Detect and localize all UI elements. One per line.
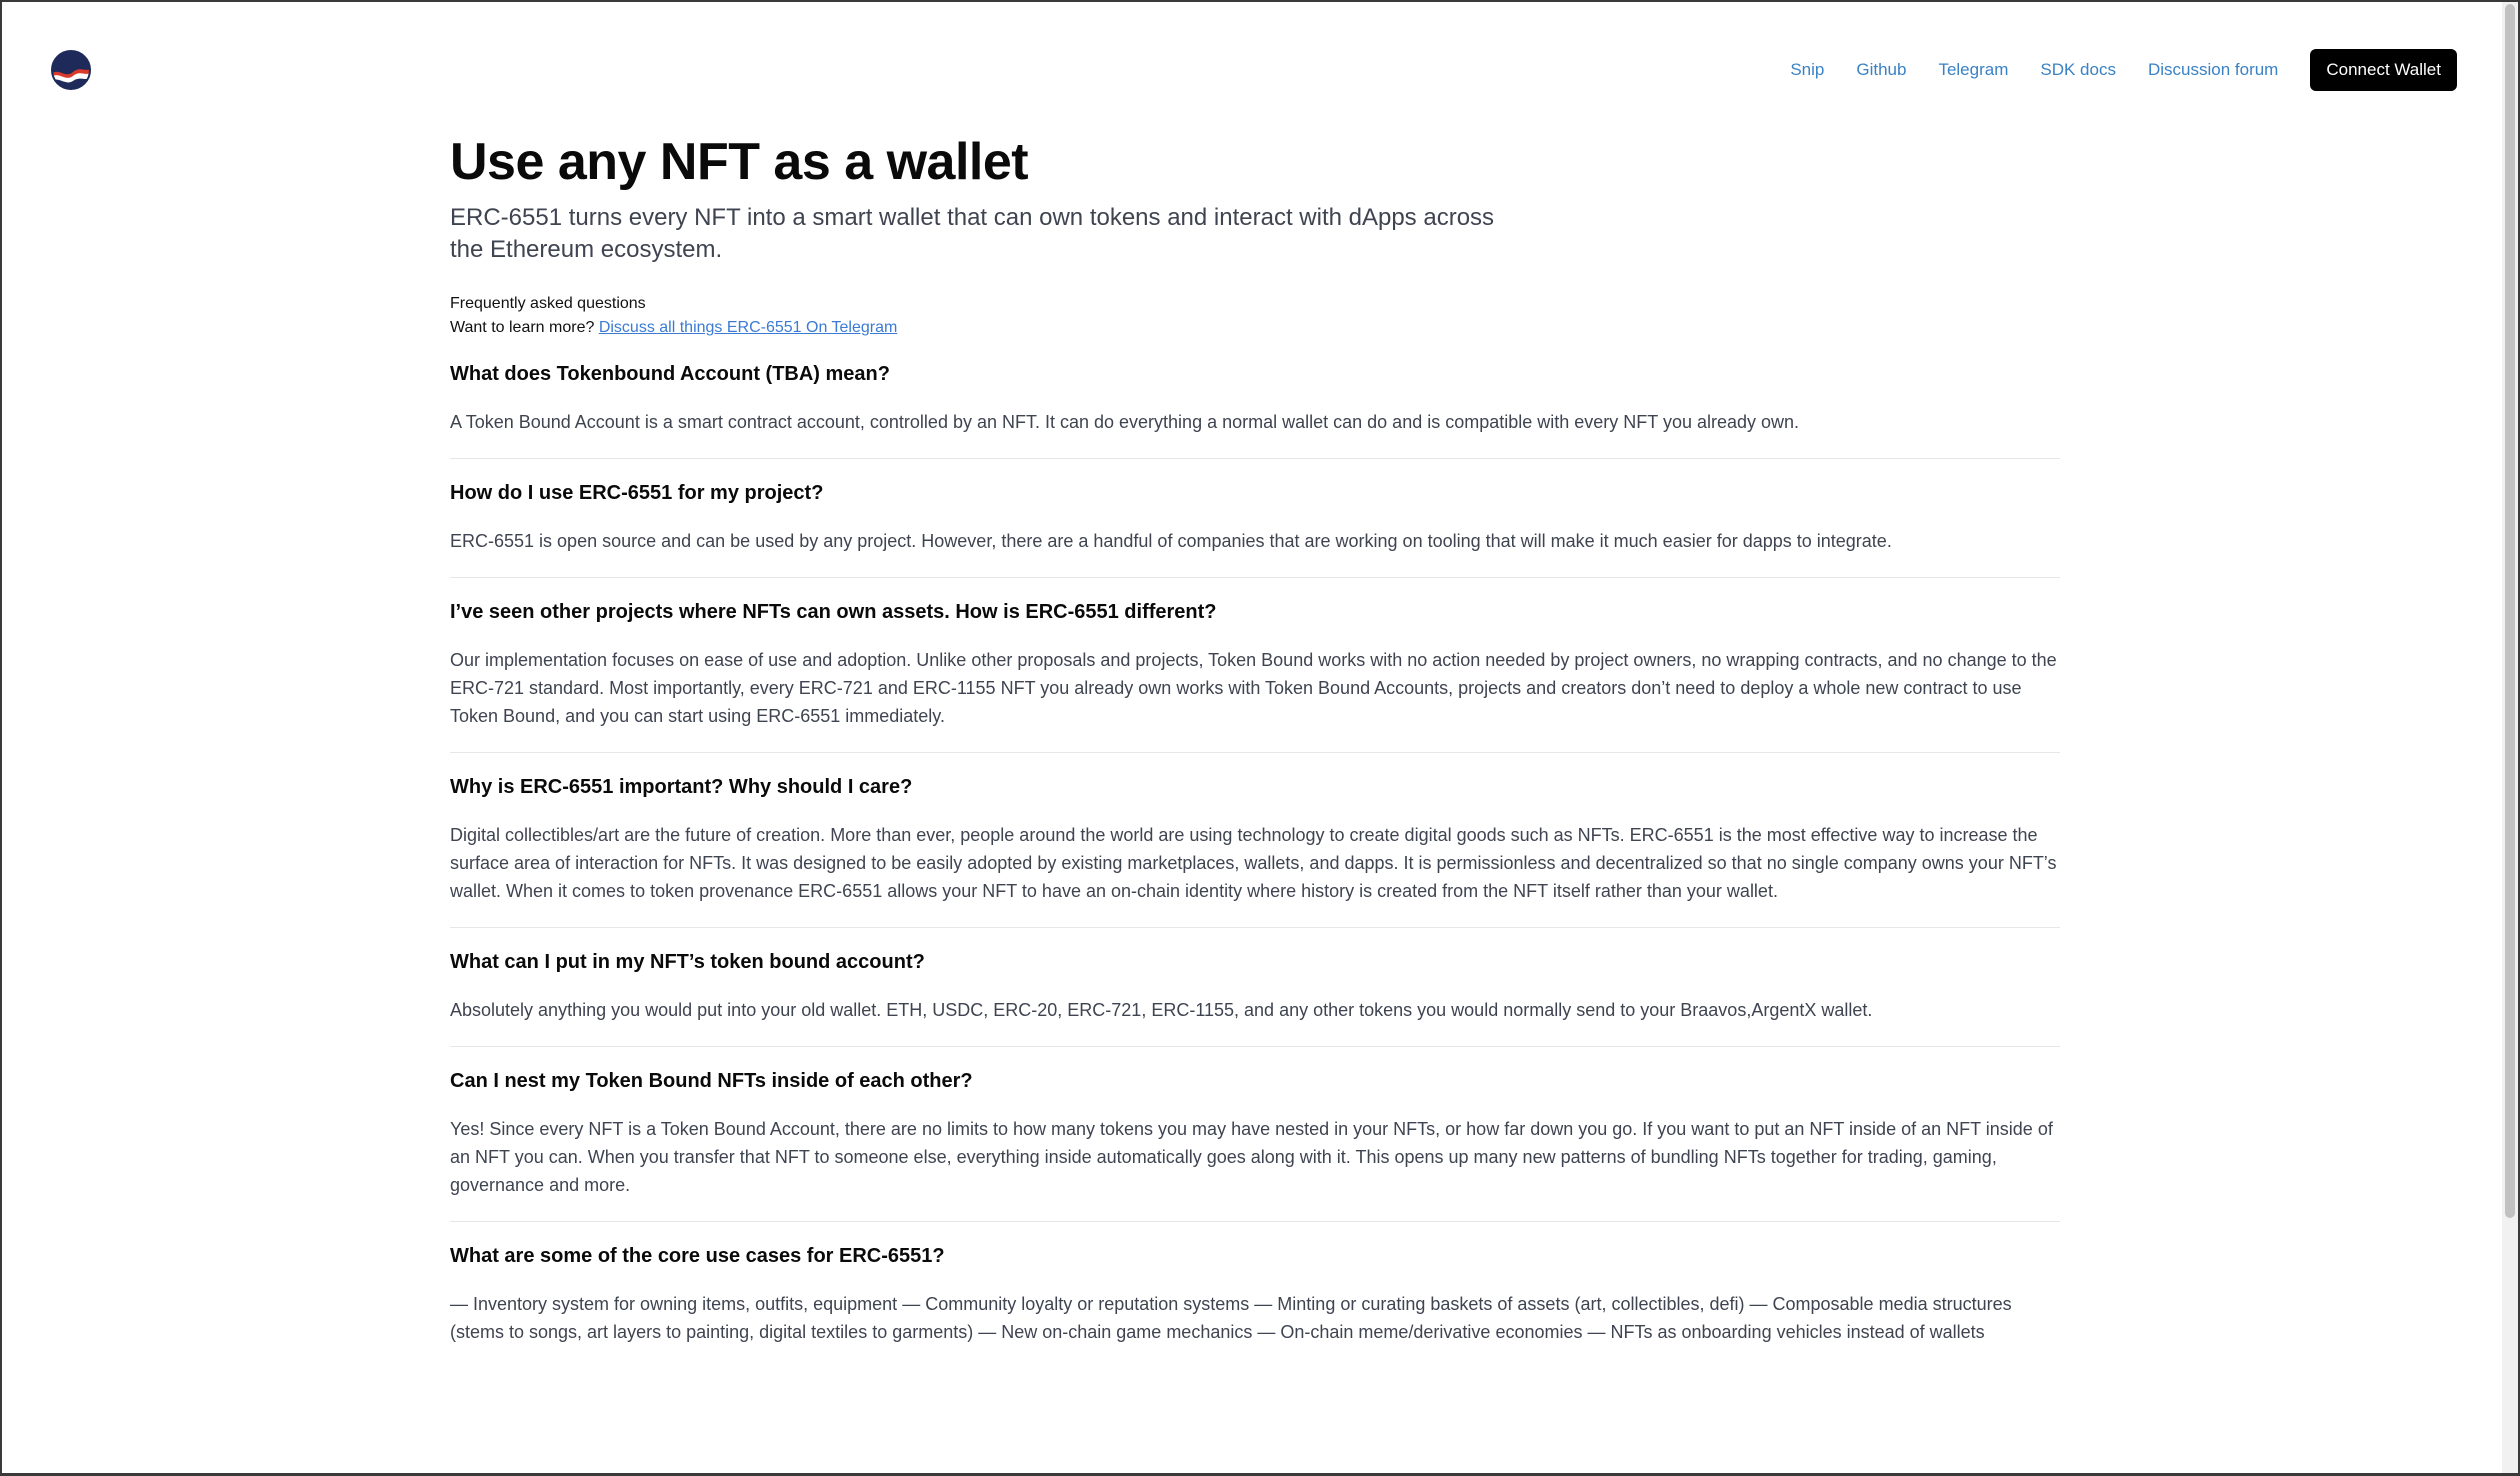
- faq-answer: Our implementation focuses on ease of us…: [450, 650, 2057, 726]
- learn-more: Want to learn more? Discuss all things E…: [450, 316, 2060, 340]
- faq-answer: A Token Bound Account is a smart contrac…: [450, 412, 1800, 432]
- faq-question: What can I put in my NFT’s token bound a…: [450, 951, 925, 973]
- faq-question: I’ve seen other projects where NFTs can …: [450, 601, 1217, 623]
- faq-item: How do I use ERC-6551 for my project? ER…: [450, 477, 2060, 578]
- faq-item: What does Tokenbound Account (TBA) mean?…: [450, 358, 2060, 459]
- faq-question: What does Tokenbound Account (TBA) mean?: [450, 363, 890, 385]
- faq-question: Can I nest my Token Bound NFTs inside of…: [450, 1070, 973, 1092]
- faq-answer: Yes! Since every NFT is a Token Bound Ac…: [450, 1119, 2053, 1195]
- faq-item: Why is ERC-6551 important? Why should I …: [450, 771, 2060, 928]
- vertical-scrollbar[interactable]: [2502, 2, 2518, 1473]
- nav-link-discussion-forum[interactable]: Discussion forum: [2148, 60, 2278, 80]
- faq-question: Why is ERC-6551 important? Why should I …: [450, 776, 913, 798]
- faq-label: Frequently asked questions: [450, 295, 646, 312]
- faq-question: What are some of the core use cases for …: [450, 1245, 945, 1267]
- faq-item: Can I nest my Token Bound NFTs inside of…: [450, 1065, 2060, 1222]
- faq-item: I’ve seen other projects where NFTs can …: [450, 596, 2060, 753]
- faq-answer: Digital collectibles/art are the future …: [450, 825, 2057, 901]
- faq-item: What are some of the core use cases for …: [450, 1240, 2060, 1368]
- nav-link-telegram[interactable]: Telegram: [1938, 60, 2008, 80]
- page-title: Use any NFT as a wallet: [450, 133, 1029, 191]
- logo-icon: [51, 50, 91, 90]
- nav-link-sdk-docs[interactable]: SDK docs: [2040, 60, 2116, 80]
- telegram-discuss-link[interactable]: Discuss all things ERC-6551 On Telegram: [599, 319, 898, 336]
- learn-more-text: Want to learn more?: [450, 319, 599, 336]
- faq-answer: Absolutely anything you would put into y…: [450, 1000, 1873, 1020]
- main-content: Use any NFT as a wallet ERC-6551 turns e…: [450, 130, 2060, 1368]
- faq-question: How do I use ERC-6551 for my project?: [450, 482, 824, 504]
- faq-list: What does Tokenbound Account (TBA) mean?…: [450, 358, 2060, 1368]
- nav-link-snip[interactable]: Snip: [1790, 60, 1824, 80]
- logo[interactable]: [51, 50, 91, 90]
- scrollbar-thumb[interactable]: [2505, 4, 2515, 1218]
- faq-answer: — Inventory system for owning items, out…: [450, 1294, 2012, 1342]
- faq-answer: ERC-6551 is open source and can be used …: [450, 531, 1892, 551]
- connect-wallet-button[interactable]: Connect Wallet: [2310, 49, 2457, 91]
- faq-item: What can I put in my NFT’s token bound a…: [450, 946, 2060, 1047]
- page-subtitle: ERC-6551 turns every NFT into a smart wa…: [450, 204, 1495, 263]
- top-nav: Snip Github Telegram SDK docs Discussion…: [1790, 48, 2457, 92]
- nav-link-github[interactable]: Github: [1856, 60, 1906, 80]
